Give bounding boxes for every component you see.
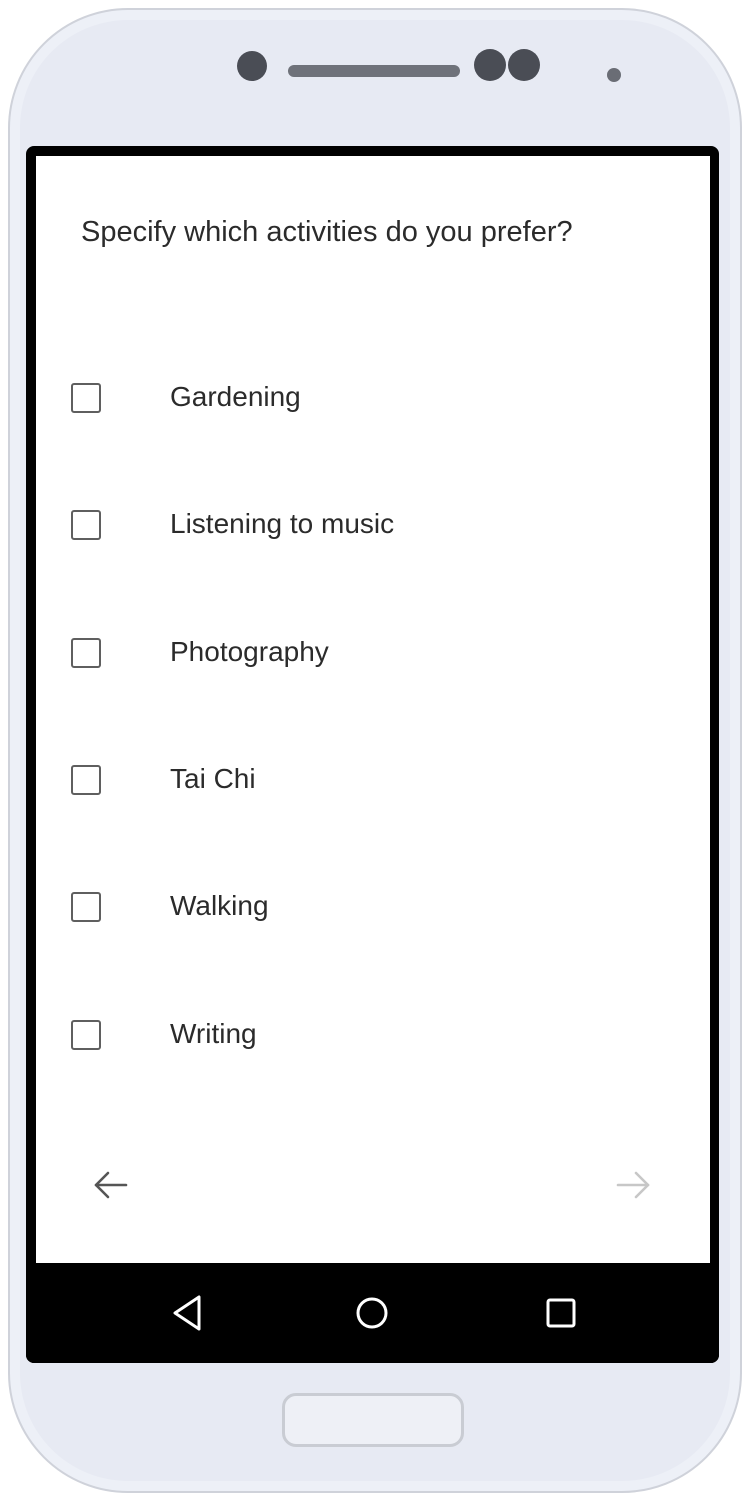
back-button[interactable]: [86, 1163, 136, 1207]
option-label: Listening to music: [170, 508, 395, 539]
survey-screen: Specify which activities do you prefer? …: [36, 156, 710, 1263]
option-photography[interactable]: Photography: [36, 626, 710, 686]
option-label: Walking: [170, 890, 269, 921]
checkbox[interactable]: [71, 1020, 101, 1050]
system-navigation-bar: [26, 1263, 719, 1363]
system-home-button[interactable]: [347, 1288, 397, 1338]
option-walking[interactable]: Walking: [36, 880, 710, 940]
proximity-sensor-icon: [607, 68, 621, 82]
checkbox[interactable]: [71, 892, 101, 922]
option-gardening[interactable]: Gardening: [36, 371, 710, 431]
option-label: Gardening: [170, 381, 301, 412]
sensor-left-icon: [474, 49, 506, 81]
system-recents-button[interactable]: [536, 1288, 586, 1338]
checkbox[interactable]: [71, 510, 101, 540]
checkbox[interactable]: [71, 638, 101, 668]
question-text: Specify which activities do you prefer?: [81, 216, 573, 248]
system-back-button[interactable]: [164, 1288, 214, 1338]
front-camera-icon: [237, 51, 267, 81]
sensor-right-icon: [508, 49, 540, 81]
option-listening-to-music[interactable]: Listening to music: [36, 498, 710, 558]
arrow-left-icon: [94, 1171, 128, 1199]
earpiece-speaker: [288, 65, 460, 77]
option-label: Photography: [170, 636, 329, 667]
next-button[interactable]: [608, 1163, 658, 1207]
option-label: Writing: [170, 1018, 257, 1049]
arrow-right-icon: [616, 1171, 650, 1199]
checkbox[interactable]: [71, 383, 101, 413]
circle-home-icon: [356, 1297, 388, 1329]
square-recents-icon: [546, 1298, 576, 1328]
option-tai-chi[interactable]: Tai Chi: [36, 753, 710, 813]
checkbox[interactable]: [71, 765, 101, 795]
option-writing[interactable]: Writing: [36, 1008, 710, 1068]
option-label: Tai Chi: [170, 763, 256, 794]
physical-home-button[interactable]: [282, 1393, 464, 1447]
triangle-back-icon: [173, 1295, 201, 1331]
